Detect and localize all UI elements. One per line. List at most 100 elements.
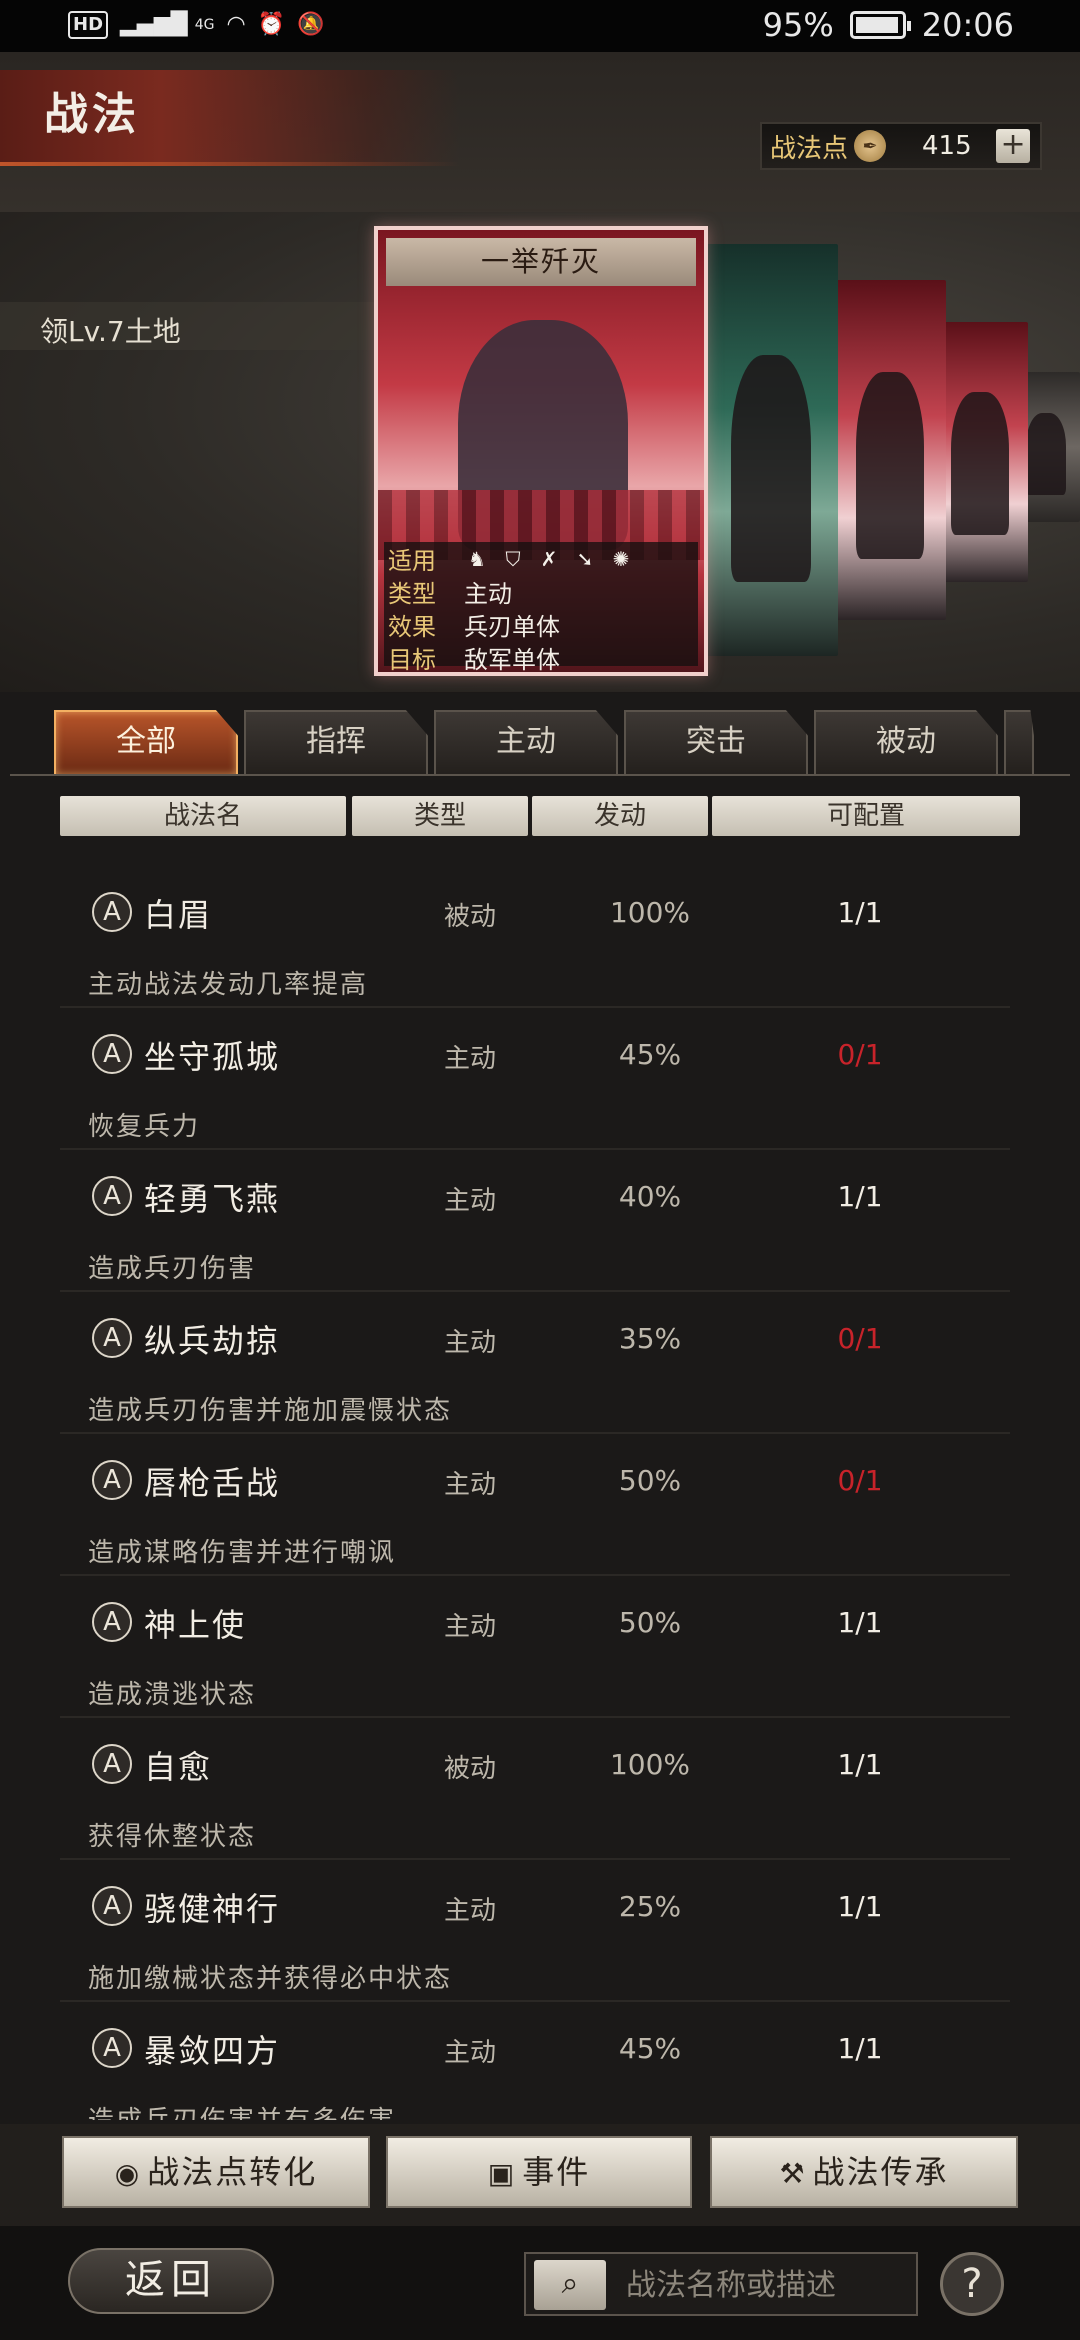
tactic-card-back[interactable] (704, 244, 838, 656)
info-key: 目标 (388, 646, 436, 674)
add-points-button[interactable]: + (996, 129, 1031, 163)
tactic-type: 主动 (443, 1612, 496, 1642)
grade-badge: A (92, 892, 132, 932)
tab-all[interactable]: 全部 (54, 710, 238, 774)
tactic-row[interactable]: A 纵兵劫掠 主动 35% 0/1 造成兵刃伤害并施加震慑状态 (60, 1292, 1010, 1434)
tab-active[interactable]: 主动 (434, 710, 618, 774)
info-row-target: 目标 敌军单体 (384, 641, 698, 674)
grade-badge: A (92, 2028, 132, 2068)
tactic-description: 造成溃逃状态 (88, 1680, 257, 1710)
search-icon[interactable]: ⌕ (534, 2260, 606, 2310)
alarm-icon: ⏰ (257, 12, 286, 37)
tactic-config-count: 1/1 (837, 1890, 883, 1923)
hammer-icon: ⚒ (779, 2157, 807, 2190)
wheel-icon: ✺ (612, 546, 630, 571)
mute-icon: 🔕 (297, 12, 325, 37)
back-button[interactable]: 返回 (68, 2248, 274, 2314)
tactic-config-count: 0/1 (837, 1464, 883, 1497)
info-value: 兵刃单体 (464, 613, 560, 641)
tactic-config-count: 1/1 (837, 896, 883, 929)
info-value: 主动 (464, 580, 512, 608)
tactic-type: 主动 (443, 2038, 496, 2068)
tactic-config-count: 0/1 (837, 1038, 883, 1071)
tactic-name: 白眉 (144, 896, 213, 934)
tactic-row[interactable]: A 自愈 被动 100% 1/1 获得休整状态 (60, 1718, 1010, 1860)
tactic-trigger-rate: 100% (609, 896, 691, 929)
land-level-text: 领Lv.7土地 (40, 315, 181, 348)
column-header-name[interactable]: 战法名 (60, 796, 346, 836)
tactic-config-count: 1/1 (837, 1748, 883, 1781)
tactic-row[interactable]: A 暴敛四方 主动 45% 1/1 造成兵刃伤害并有多伤害 (60, 2002, 1010, 2120)
help-button[interactable]: ? (940, 2252, 1004, 2316)
tactic-description: 恢复兵力 (88, 1112, 201, 1142)
convert-points-button[interactable]: ◉ 战法点转化 (62, 2136, 370, 2208)
tactic-row[interactable]: A 神上使 主动 50% 1/1 造成溃逃状态 (60, 1576, 1010, 1718)
tactic-name: 轻勇飞燕 (144, 1180, 281, 1218)
tactic-points-label: 战法点 (770, 133, 849, 164)
hd-icon: HD (68, 11, 109, 39)
search-input[interactable] (626, 2262, 906, 2308)
info-row-applicable: 适用 ♞ ⛉ ✗ ➘ ✺ (384, 542, 698, 576)
tactic-trigger-rate: 45% (618, 1038, 682, 1071)
tab-more[interactable] (1004, 710, 1034, 774)
tactic-card-back[interactable] (834, 280, 946, 620)
wifi-icon: ◠ (226, 12, 246, 37)
grade-badge: A (92, 1744, 132, 1784)
tactic-description: 造成谋略伤害并进行嘲讽 (88, 1538, 397, 1568)
tactic-row[interactable]: A 坐守孤城 主动 45% 0/1 恢复兵力 (60, 1008, 1010, 1150)
tactic-points-icon: ✒ (854, 130, 887, 162)
tab-command[interactable]: 指挥 (244, 710, 428, 774)
inherit-tactic-label: 战法传承 (812, 2153, 949, 2191)
tactic-config-count: 1/1 (837, 1606, 883, 1639)
cellular-signal-icon: ▂▄▆█ 4G (120, 12, 215, 37)
tactic-row[interactable]: A 唇枪舌战 主动 50% 0/1 造成谋略伤害并进行嘲讽 (60, 1434, 1010, 1576)
tab-assault[interactable]: 突击 (624, 710, 808, 774)
tactic-card-back[interactable] (932, 322, 1028, 582)
tactic-type: 主动 (443, 1044, 496, 1074)
info-row-type: 类型 主动 (384, 575, 698, 608)
tactic-type: 被动 (443, 902, 496, 932)
tactic-name: 自愈 (144, 1748, 213, 1786)
inherit-tactic-button[interactable]: ⚒ 战法传承 (710, 2136, 1018, 2208)
grade-badge: A (92, 1318, 132, 1358)
column-header-rate[interactable]: 发动 (532, 796, 708, 836)
info-row-effect: 效果 兵刃单体 (384, 608, 698, 641)
tactic-trigger-rate: 35% (618, 1322, 682, 1355)
points-coin-icon: ◉ (114, 2157, 142, 2190)
info-value: 敌军单体 (464, 646, 560, 674)
featured-card-info: 适用 ♞ ⛉ ✗ ➘ ✺ 类型 主动 效果 兵刃单体 目标 敌军单体 (384, 542, 698, 674)
tactic-row[interactable]: A 轻勇飞燕 主动 40% 1/1 造成兵刃伤害 (60, 1150, 1010, 1292)
tactic-trigger-rate: 50% (618, 1606, 682, 1639)
tactic-description: 造成兵刃伤害并施加震慑状态 (88, 1396, 453, 1426)
column-header-config[interactable]: 可配置 (712, 796, 1020, 836)
cavalry-icon: ♞ (468, 546, 486, 571)
scroll-icon: ▣ (487, 2157, 517, 2190)
tactic-description: 主动战法发动几率提高 (88, 970, 369, 1000)
shield-icon: ⛉ (505, 546, 521, 571)
info-key: 类型 (388, 580, 436, 608)
tactic-trigger-rate: 25% (618, 1890, 682, 1923)
tactic-tabs: 全部 指挥 主动 突击 被动 (54, 710, 1054, 774)
status-bar: HD ▂▄▆█ 4G ◠ ⏰ 🔕 95% 20:06 (0, 0, 1080, 52)
tactic-row[interactable]: A 白眉 被动 100% 1/1 主动战法发动几率提高 (60, 866, 1010, 1008)
tactic-name: 唇枪舌战 (144, 1464, 281, 1502)
page-title: 战法 (44, 89, 140, 140)
tactic-type: 主动 (443, 1470, 496, 1500)
featured-card-name: 一举歼灭 (386, 238, 696, 286)
tactic-config-count: 1/1 (837, 2032, 883, 2065)
tactic-description: 造成兵刃伤害 (88, 1254, 257, 1284)
tactic-name: 暴敛四方 (144, 2032, 281, 2070)
featured-tactic-card[interactable]: 一举歼灭 适用 ♞ ⛉ ✗ ➘ ✺ 类型 主动 效果 兵刃单体 目标 敌军单体 (374, 226, 708, 676)
grade-badge: A (92, 1176, 132, 1216)
events-button[interactable]: ▣ 事件 (386, 2136, 692, 2208)
tactic-description: 获得休整状态 (88, 1822, 257, 1852)
battery-percent: 95% (762, 6, 834, 44)
grade-badge: A (92, 1602, 132, 1642)
search-box: ⌕ (524, 2252, 918, 2316)
tab-passive[interactable]: 被动 (814, 710, 998, 774)
spear-icon: ➘ (576, 546, 594, 571)
tactic-row[interactable]: A 骁健神行 主动 25% 1/1 施加缴械状态并获得必中状态 (60, 1860, 1010, 2002)
tactic-points-box: 战法点 ✒ 415 + (760, 122, 1042, 170)
column-header-type[interactable]: 类型 (352, 796, 528, 836)
tactic-type: 主动 (443, 1328, 496, 1358)
